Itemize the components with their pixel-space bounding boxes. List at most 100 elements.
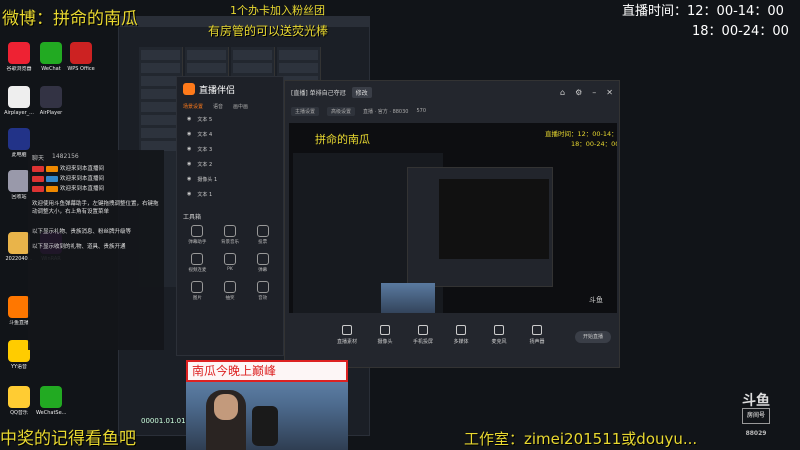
tool-item[interactable]: 图片 bbox=[181, 281, 214, 301]
eye-icon[interactable]: ◉ bbox=[187, 191, 191, 198]
desktop-icon[interactable]: WPS Office bbox=[66, 42, 96, 72]
tab-scene[interactable]: 场景设置 bbox=[183, 103, 203, 110]
edit-title-button[interactable]: 修改 bbox=[351, 86, 372, 98]
tool-item[interactable]: 弹幕助手 bbox=[181, 225, 214, 245]
helper-logo: 直播伴侣 bbox=[177, 77, 283, 101]
tool-item[interactable]: PK bbox=[214, 253, 247, 273]
bottom-tool-icon bbox=[456, 325, 466, 335]
close-icon[interactable]: ✕ bbox=[606, 88, 613, 97]
tool-icon bbox=[191, 281, 204, 293]
qq-music-icon bbox=[8, 386, 30, 408]
stream-title: [直播] 单排自己夺冠 bbox=[291, 89, 346, 97]
eye-icon[interactable]: ◉ bbox=[187, 131, 191, 138]
nested-camera-preview bbox=[381, 283, 435, 313]
streamer-face bbox=[214, 394, 238, 420]
gift-icon[interactable]: ⌂ bbox=[560, 88, 565, 97]
desktop-icon-label: Airplayer_... bbox=[4, 110, 34, 116]
tab-voice[interactable]: 语音 bbox=[213, 103, 223, 110]
scene-item[interactable]: ◉ 文本 4 bbox=[177, 127, 283, 142]
tool-item[interactable]: 音效 bbox=[246, 281, 279, 301]
preview-title: 拼命的南瓜 bbox=[315, 133, 370, 146]
settings-icon[interactable]: ⚙ bbox=[575, 88, 582, 97]
eye-icon[interactable]: ◉ bbox=[187, 116, 191, 123]
bottom-tool-button[interactable]: 直播素材 bbox=[335, 325, 359, 345]
webcam-feed: 南瓜今晚上巅峰 bbox=[186, 360, 348, 450]
minimize-icon[interactable]: – bbox=[592, 88, 596, 97]
scene-label: 文本 4 bbox=[197, 132, 213, 138]
scene-item[interactable]: ◉ 文本 5 bbox=[177, 112, 283, 127]
tool-item[interactable]: 抽奖 bbox=[214, 281, 247, 301]
overlay-studio: 工作室：zimei201511或douyu... bbox=[464, 430, 698, 448]
danmu-chat-panel[interactable]: 聊天 1482156 欢迎来到本直播间 欢迎来到本直播间 欢迎来到本直播间 欢迎… bbox=[28, 150, 164, 350]
desktop-icon[interactable]: WeChat bbox=[36, 42, 66, 72]
preview-time: 直播时间：12：00-14：00 18：00-24：00 bbox=[545, 130, 617, 148]
scene-item[interactable]: ◉ 文本 3 bbox=[177, 142, 283, 157]
scene-item[interactable]: ◉ 文本 1 bbox=[177, 187, 283, 202]
douyu-assistant-icon bbox=[8, 296, 30, 318]
scene-label: 文本 3 bbox=[197, 147, 213, 153]
anchor-settings-button[interactable]: 主播设置 bbox=[291, 106, 320, 116]
go-live-button[interactable]: 开始直播 bbox=[575, 331, 611, 343]
desktop-icon[interactable]: Airplayer_... bbox=[4, 86, 34, 116]
airplayer-icon bbox=[8, 86, 30, 108]
360-browser-icon bbox=[8, 42, 30, 64]
desktop-icon-label: YY语音 bbox=[10, 364, 28, 370]
computer-icon bbox=[8, 128, 30, 150]
camera-banner: 南瓜今晚上巅峰 bbox=[186, 360, 348, 382]
stream-preview[interactable]: 拼命的南瓜 直播时间：12：00-14：00 18：00-24：00 斗鱼 bbox=[289, 123, 617, 313]
bottom-tool-button[interactable]: 多媒体 bbox=[449, 325, 473, 345]
scene-item[interactable]: ◉ 文本 2 bbox=[177, 157, 283, 172]
eye-icon[interactable]: ◉ bbox=[187, 176, 191, 183]
tool-label: 图片 bbox=[192, 296, 202, 301]
bottom-tool-icon bbox=[532, 325, 542, 335]
wechat-icon bbox=[40, 42, 62, 64]
scene-label: 文本 5 bbox=[197, 117, 213, 123]
live-helper-panel[interactable]: 直播伴侣 场景设置 语音 画中画 ◉ 文本 5 ◉ 文本 4 ◉ 文本 3 ◉ 文本 2 ◉ 摄像… bbox=[176, 76, 284, 356]
tool-label: 抽奖 bbox=[225, 296, 235, 301]
chat-message: 欢迎来到本直播间 bbox=[28, 184, 164, 194]
bottom-tool-button[interactable]: 手机投屏 bbox=[411, 325, 435, 345]
viewer-count: 570 bbox=[416, 108, 427, 114]
advanced-settings-button[interactable]: 高级设置 bbox=[327, 106, 356, 116]
desktop-icon[interactable]: 谷歌浏览器 bbox=[4, 42, 34, 72]
bottom-tool-icon bbox=[494, 325, 504, 335]
scene-item[interactable]: ◉ 摄像头 1 bbox=[177, 172, 283, 187]
tool-item[interactable]: 弹幕 bbox=[246, 253, 279, 273]
helper-logo-icon bbox=[183, 83, 195, 95]
tools-grid: 弹幕助手 背景音乐 投票视频连麦 PK 弹幕图片 抽奖 音效 bbox=[177, 225, 283, 301]
desktop-icon-label: WeChat bbox=[41, 66, 61, 72]
eye-icon[interactable]: ◉ bbox=[187, 161, 191, 168]
tab-pip[interactable]: 画中画 bbox=[233, 103, 248, 110]
chat-notice-2: 以下显示礼物、贵族消息、粉丝牌升级等 bbox=[32, 229, 132, 235]
tool-item[interactable]: 投票 bbox=[246, 225, 279, 245]
bottom-tool-label: 扬声器 bbox=[529, 339, 545, 345]
bottom-tool-button[interactable]: 摄像头 bbox=[373, 325, 397, 345]
tool-label: 音效 bbox=[258, 296, 268, 301]
chat-header-left: 聊天 bbox=[32, 155, 45, 162]
airplayer2-icon bbox=[40, 86, 62, 108]
eye-icon[interactable]: ◉ bbox=[187, 146, 191, 153]
room-info: 直播 · 官方 · 88030 bbox=[363, 108, 409, 115]
tool-label: 投票 bbox=[258, 240, 268, 245]
bottom-tool-button[interactable]: 麦克风 bbox=[487, 325, 511, 345]
tool-label: PK bbox=[227, 267, 233, 272]
desktop-icon[interactable]: AirPlayer bbox=[36, 86, 66, 116]
scene-label: 摄像头 1 bbox=[197, 177, 218, 183]
tool-item[interactable]: 背景音乐 bbox=[214, 225, 247, 245]
nested-editor-preview bbox=[439, 179, 549, 259]
desktop-icon[interactable]: QQ音乐 bbox=[4, 386, 34, 416]
overlay-stream-time: 直播时间：12：00-14：00 18：00-24：00 bbox=[622, 4, 789, 39]
editor-counter: 00001.01.01 bbox=[141, 417, 186, 425]
bottom-tool-button[interactable]: 扬声器 bbox=[525, 325, 549, 345]
tool-item[interactable]: 视频连麦 bbox=[181, 253, 214, 273]
tool-icon bbox=[256, 253, 269, 265]
bottom-tool-icon bbox=[342, 325, 352, 335]
tool-icon bbox=[223, 225, 236, 237]
chat-message: 欢迎来到本直播间 bbox=[28, 164, 164, 174]
helper-tabs[interactable]: 场景设置 语音 画中画 bbox=[177, 101, 283, 112]
desktop-icon-label: AirPlayer bbox=[39, 110, 63, 116]
desktop-icon[interactable]: WeChatSe... bbox=[36, 386, 66, 416]
wechat-se-icon bbox=[40, 386, 62, 408]
stream-main-window[interactable]: [直播] 单排自己夺冠 修改 ⌂ ⚙ – ✕ 主播设置 高级设置 直播 · 官方… bbox=[284, 80, 620, 368]
tool-label: 弹幕 bbox=[258, 268, 268, 273]
